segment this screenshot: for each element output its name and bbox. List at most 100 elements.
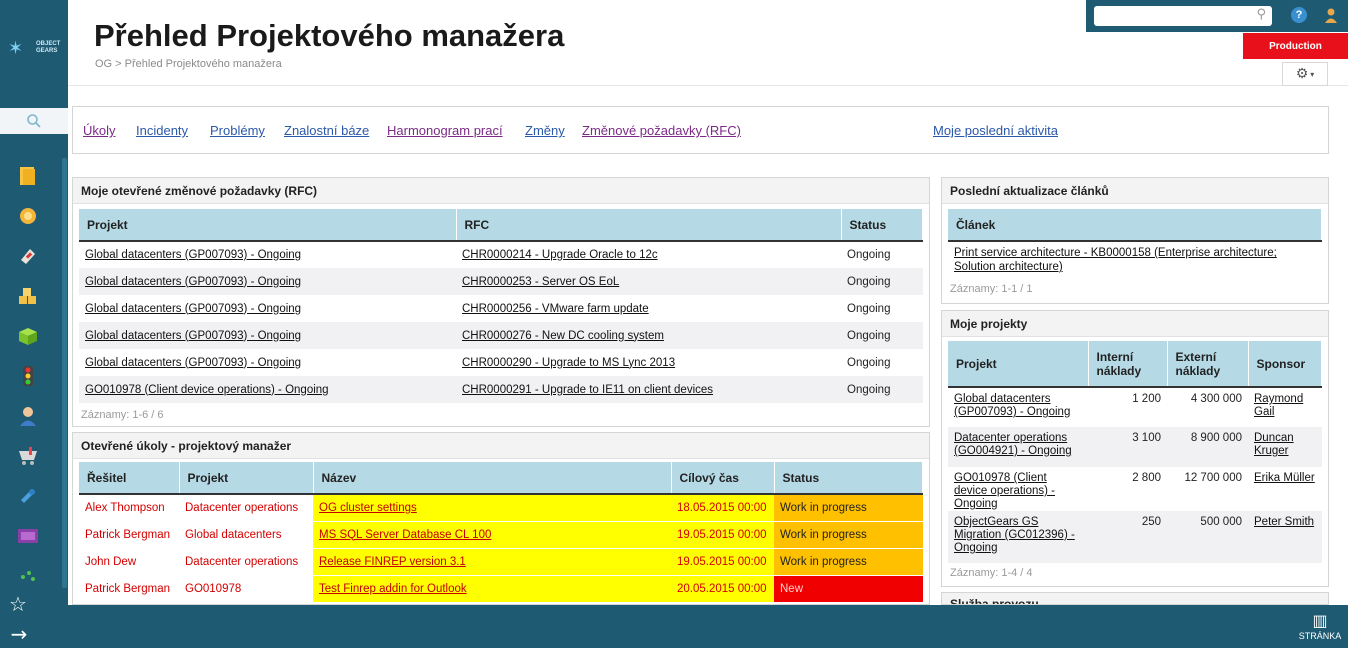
project-link[interactable]: Global datacenters (GP007093) - Ongoing <box>954 393 1070 418</box>
search-icon[interactable]: ⚲ <box>1256 7 1266 22</box>
sparkle-icon[interactable] <box>16 564 40 588</box>
articles-panel: Poslední aktualizace článků Článek Print… <box>941 177 1329 304</box>
bottom-bar <box>0 605 1348 648</box>
table-row[interactable]: John Dew Datacenter operations Release F… <box>79 548 923 576</box>
project-link[interactable]: Global datacenters (GP007093) - Ongoing <box>85 357 301 369</box>
rfc-link[interactable]: CHR0000291 - Upgrade to IE11 on client d… <box>462 384 713 396</box>
project-link[interactable]: Global datacenters (GP007093) - Ongoing <box>85 276 301 288</box>
column-header-cilovy-cas[interactable]: Cílový čas <box>671 462 775 495</box>
rfc-link[interactable]: CHR0000290 - Upgrade to MS Lync 2013 <box>462 357 675 369</box>
page-settings-button[interactable]: ⚙ ▾ <box>1282 62 1328 86</box>
cart-icon[interactable] <box>16 444 40 468</box>
task-link[interactable]: Test Finrep addin for Outlook <box>319 583 467 595</box>
project-link[interactable]: Global datacenters (GP007093) - Ongoing <box>85 330 301 342</box>
table-row[interactable]: Print service architecture - KB0000158 (… <box>948 241 1322 277</box>
favorites-star-icon[interactable]: ☆ <box>0 589 36 619</box>
table-row[interactable]: Alex Thompson Datacenter operations OG c… <box>79 494 923 522</box>
person-icon[interactable] <box>16 404 40 428</box>
rfc-link[interactable]: CHR0000276 - New DC cooling system <box>462 330 664 342</box>
table-row[interactable]: Patrick Bergman GO010978 Test Finrep add… <box>79 575 923 603</box>
link-problemy[interactable]: Problémy <box>210 123 265 138</box>
page-icon: ▥ <box>1312 611 1328 630</box>
rfc-link[interactable]: CHR0000214 - Upgrade Oracle to 12c <box>462 249 658 261</box>
table-row[interactable]: ObjectGears GS Migration (GC012396) - On… <box>948 511 1322 563</box>
column-header-interni-naklady[interactable]: Interní náklady <box>1088 341 1168 388</box>
table-row[interactable]: Global datacenters (GP007093) - Ongoing … <box>948 387 1322 427</box>
column-header-projekt[interactable]: Projekt <box>79 209 457 242</box>
folder-icon[interactable] <box>16 164 40 188</box>
task-assignee: Patrick Bergman <box>79 575 179 603</box>
traffic-light-icon[interactable] <box>16 364 40 388</box>
project-link[interactable]: Global datacenters (GP007093) - Ongoing <box>85 303 301 315</box>
internal-cost: 3 100 <box>1088 427 1167 467</box>
service-panel-title: Služba provozu <box>942 593 1328 604</box>
global-search-input[interactable]: ⚲ <box>1094 6 1272 26</box>
project-link[interactable]: GO010978 (Client device operations) - On… <box>954 472 1055 510</box>
service-panel: Služba provozu <box>941 592 1329 605</box>
column-header-externi-naklady[interactable]: Externí náklady <box>1167 341 1249 388</box>
user-icon[interactable] <box>1323 6 1339 24</box>
table-row[interactable]: Datacenter operations (GO004921) - Ongoi… <box>948 427 1322 467</box>
help-icon[interactable]: ? <box>1291 7 1307 23</box>
article-link[interactable]: Print service architecture - KB0000158 (… <box>954 247 1277 273</box>
records-count: Záznamy: 1-1 / 1 <box>950 283 1033 295</box>
table-row[interactable]: Patrick Bergman Global datacenters MS SQ… <box>79 521 923 549</box>
column-header-status[interactable]: Status <box>774 462 923 495</box>
external-cost: 12 700 000 <box>1184 472 1242 484</box>
task-link[interactable]: Release FINREP version 3.1 <box>319 556 466 568</box>
column-header-clanek[interactable]: Článek <box>948 209 1322 242</box>
link-incidenty[interactable]: Incidenty <box>136 123 188 138</box>
badge-icon[interactable] <box>16 204 40 228</box>
link-harmonogram-praci[interactable]: Harmonogram prací <box>387 123 503 138</box>
link-znalostni-baze[interactable]: Znalostní báze <box>284 123 369 138</box>
tag-icon[interactable] <box>16 244 40 268</box>
table-row[interactable]: GO010978 (Client device operations) - On… <box>948 467 1322 511</box>
sponsor-link[interactable]: Erika Müller <box>1254 472 1315 484</box>
sponsor-link[interactable]: Peter Smith <box>1254 516 1314 528</box>
cube-icon[interactable] <box>16 324 40 348</box>
external-cost: 8 900 000 <box>1167 427 1248 467</box>
rfc-link[interactable]: CHR0000253 - Server OS EoL <box>462 276 619 288</box>
column-header-projekt[interactable]: Projekt <box>948 341 1089 388</box>
rfc-status: Ongoing <box>847 356 891 369</box>
breadcrumb[interactable]: OG > Přehled Projektového manažera <box>95 58 282 70</box>
column-header-resitel[interactable]: Řešitel <box>79 462 180 495</box>
project-link[interactable]: GO010978 (Client device operations) - On… <box>85 384 329 396</box>
wrench-icon[interactable] <box>16 484 40 508</box>
task-link[interactable]: MS SQL Server Database CL 100 <box>319 529 491 541</box>
rfc-link[interactable]: CHR0000256 - VMware farm update <box>462 303 649 315</box>
screen-icon[interactable] <box>16 524 40 548</box>
task-link[interactable]: OG cluster settings <box>319 502 417 514</box>
task-due: 19.05.2015 00:00 <box>671 548 774 576</box>
project-link[interactable]: Global datacenters (GP007093) - Ongoing <box>85 249 301 261</box>
column-header-projekt[interactable]: Projekt <box>179 462 314 495</box>
objectgears-logo[interactable]: ✶ OBJECT GEARS <box>6 38 62 60</box>
column-header-status[interactable]: Status <box>841 209 923 242</box>
rfc-status: Ongoing <box>847 302 891 315</box>
search-icon <box>27 114 41 128</box>
link-zmenove-pozadavky[interactable]: Změnové požadavky (RFC) <box>582 123 741 138</box>
expand-arrow-icon[interactable]: → <box>4 622 34 646</box>
coins-icon[interactable] <box>16 284 40 308</box>
link-ukoly[interactable]: Úkoly <box>83 123 116 138</box>
link-moje-posledni-aktivita[interactable]: Moje poslední aktivita <box>933 123 1058 138</box>
column-header-sponsor[interactable]: Sponsor <box>1248 341 1322 388</box>
table-row[interactable]: Global datacenters (GP007093) - Ongoing … <box>79 349 923 376</box>
sidebar-search-button[interactable] <box>0 108 68 134</box>
table-row[interactable]: Global datacenters (GP007093) - Ongoing … <box>79 322 923 349</box>
table-row[interactable]: GO010978 (Client device operations) - On… <box>79 376 923 403</box>
link-zmeny[interactable]: Změny <box>525 123 565 138</box>
table-row[interactable]: Global datacenters (GP007093) - Ongoing … <box>79 268 923 295</box>
project-link[interactable]: ObjectGears GS Migration (GC012396) - On… <box>954 516 1075 554</box>
sidebar-scrollbar[interactable] <box>62 158 67 588</box>
internal-cost: 2 800 <box>1132 472 1161 484</box>
column-header-rfc[interactable]: RFC <box>456 209 842 242</box>
table-row[interactable]: Global datacenters (GP007093) - Ongoing … <box>79 295 923 322</box>
sponsor-link[interactable]: Duncan Kruger <box>1254 432 1294 457</box>
column-header-nazev[interactable]: Název <box>313 462 672 495</box>
sponsor-link[interactable]: Raymond Gail <box>1254 393 1303 418</box>
page-button[interactable]: ▥ STRÁNKA <box>1296 612 1344 646</box>
task-assignee: Patrick Bergman <box>79 521 179 549</box>
table-row[interactable]: Global datacenters (GP007093) - Ongoing … <box>79 241 923 268</box>
project-link[interactable]: Datacenter operations (GO004921) - Ongoi… <box>954 432 1072 457</box>
